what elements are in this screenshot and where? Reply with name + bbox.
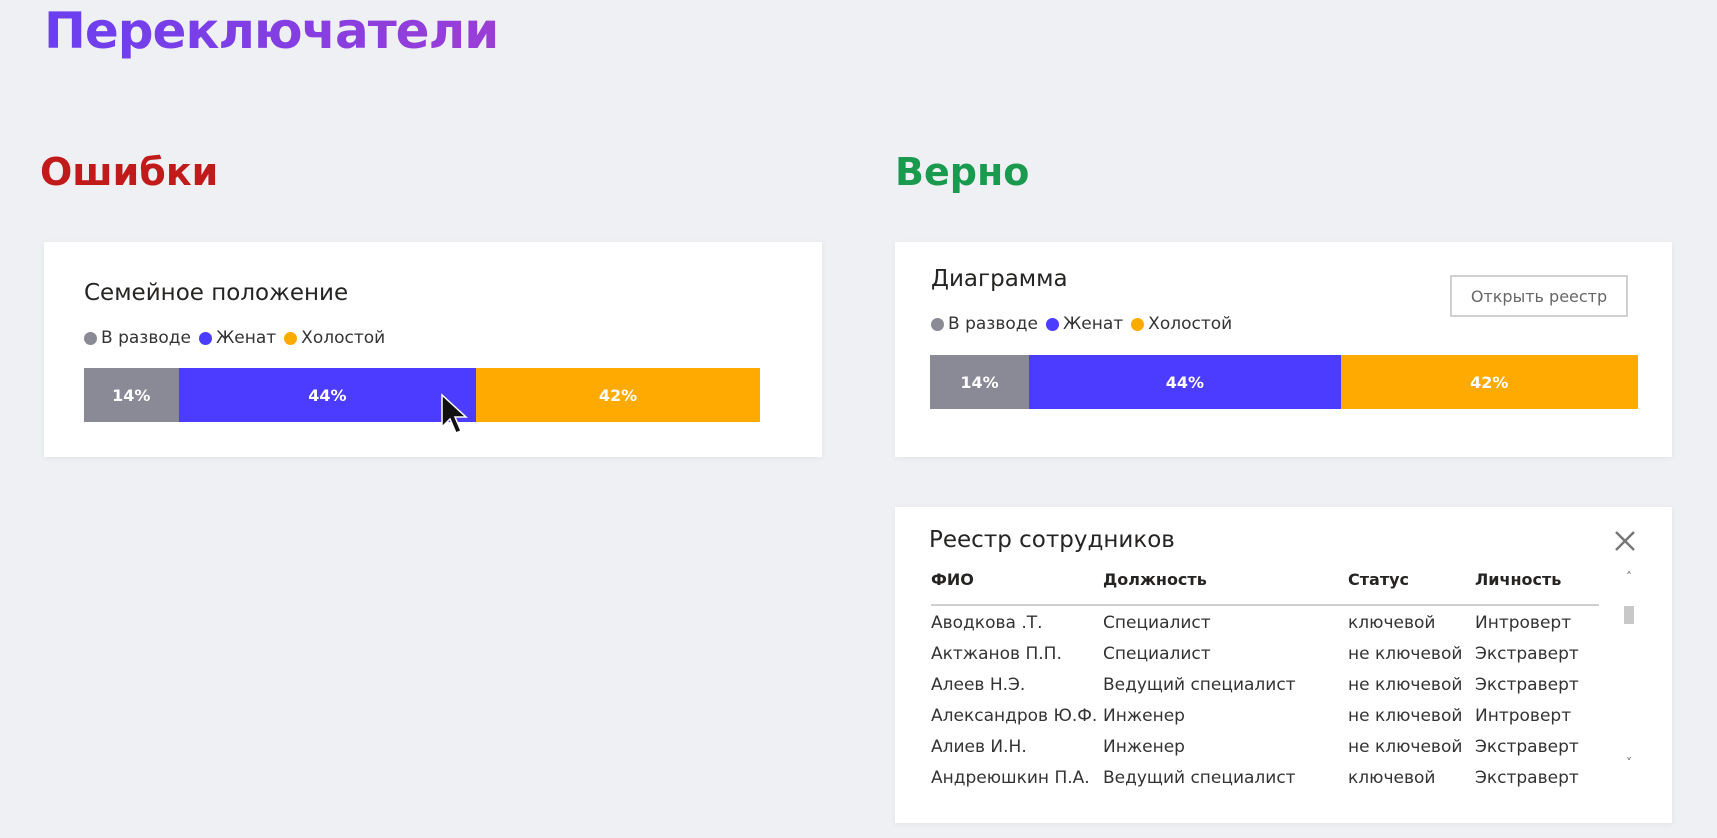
column-header-personality[interactable]: Личность <box>1475 570 1561 589</box>
chart-legend: В разводе Женат Холостой <box>931 314 1240 334</box>
bar-segment-divorced[interactable]: 14% <box>84 368 179 422</box>
cell-position: Инженер <box>1103 706 1185 726</box>
employee-registry-panel: Реестр сотрудников ФИО Должность Статус … <box>895 507 1672 823</box>
cell-status: ключевой <box>1348 613 1436 633</box>
legend-dot <box>1131 317 1145 331</box>
header-divider <box>931 604 1599 606</box>
cell-personality: Экстраверт <box>1475 768 1579 788</box>
legend-label: В разводе <box>948 314 1038 334</box>
legend-label: Холостой <box>1148 314 1233 334</box>
scrollbar-thumb[interactable] <box>1624 606 1634 624</box>
cell-position: Ведущий специалист <box>1103 768 1296 788</box>
legend-label: В разводе <box>101 328 191 348</box>
section-title-errors: Ошибки <box>40 150 219 194</box>
cell-position: Ведущий специалист <box>1103 675 1296 695</box>
open-registry-button[interactable]: Открыть реестр <box>1450 275 1628 317</box>
cell-name: Алеев Н.Э. <box>931 675 1026 695</box>
close-icon[interactable] <box>1611 527 1639 555</box>
legend-item-married[interactable]: Женат <box>1045 314 1124 334</box>
card-title: Семейное положение <box>84 280 349 306</box>
cell-name: Алиев И.Н. <box>931 737 1027 757</box>
chevron-up-icon[interactable]: ˄ <box>1623 570 1635 584</box>
column-header-status[interactable]: Статус <box>1348 570 1409 589</box>
legend-item-divorced[interactable]: В разводе <box>931 314 1038 334</box>
legend-label: Холостой <box>301 328 386 348</box>
cell-status: не ключевой <box>1348 737 1463 757</box>
page-title: Переключатели <box>44 2 499 60</box>
bar-segment-single[interactable]: 42% <box>476 368 760 422</box>
legend-dot <box>198 331 212 345</box>
cell-name: Аводкова .Т. <box>931 613 1043 633</box>
chevron-down-icon[interactable]: ˅ <box>1623 756 1635 770</box>
legend-dot <box>84 331 97 345</box>
diagram-card: Диаграмма Открыть реестр В разводе Женат… <box>895 242 1672 457</box>
legend-dot <box>931 317 944 331</box>
cell-personality: Экстраверт <box>1475 644 1579 664</box>
table-scrollbar[interactable]: ˄ ˅ <box>1623 570 1635 770</box>
cell-personality: Интроверт <box>1475 613 1572 633</box>
column-header-position[interactable]: Должность <box>1103 570 1207 589</box>
cell-name: Александров Ю.Ф. <box>931 706 1098 726</box>
legend-item-divorced[interactable]: В разводе <box>84 328 191 348</box>
cell-position: Специалист <box>1103 613 1211 633</box>
chart-legend: В разводе Женат Холостой <box>84 328 393 348</box>
legend-item-single[interactable]: Холостой <box>1131 314 1232 334</box>
cell-personality: Экстраверт <box>1475 675 1579 695</box>
cell-status: ключевой <box>1348 768 1436 788</box>
bar-segment-married[interactable]: 44% <box>1029 355 1341 409</box>
cell-status: не ключевой <box>1348 706 1463 726</box>
cell-position: Специалист <box>1103 644 1211 664</box>
cell-personality: Экстраверт <box>1475 737 1579 757</box>
cell-status: не ключевой <box>1348 675 1463 695</box>
stacked-bar: 14% 44% 42% <box>930 355 1638 409</box>
marital-status-card: Семейное положение В разводе Женат Холос… <box>44 242 822 457</box>
cell-position: Инженер <box>1103 737 1185 757</box>
cell-status: не ключевой <box>1348 644 1463 664</box>
legend-dot <box>1045 317 1059 331</box>
panel-title: Реестр сотрудников <box>929 527 1175 553</box>
legend-label: Женат <box>1062 314 1124 334</box>
stacked-bar: 14% 44% 42% <box>84 368 760 422</box>
legend-dot <box>284 331 298 345</box>
cell-name: Актжанов П.П. <box>931 644 1062 664</box>
bar-segment-single[interactable]: 42% <box>1340 355 1638 409</box>
cell-personality: Интроверт <box>1475 706 1572 726</box>
cell-name: Андреюшкин П.А. <box>931 768 1090 788</box>
legend-item-single[interactable]: Холостой <box>284 328 385 348</box>
bar-segment-married[interactable]: 44% <box>178 368 477 422</box>
section-title-correct: Верно <box>895 150 1030 194</box>
bar-segment-divorced[interactable]: 14% <box>930 355 1030 409</box>
legend-item-married[interactable]: Женат <box>198 328 277 348</box>
card-title: Диаграмма <box>931 266 1068 292</box>
legend-label: Женат <box>215 328 277 348</box>
column-header-name[interactable]: ФИО <box>931 570 974 589</box>
mouse-pointer-icon <box>441 393 468 434</box>
